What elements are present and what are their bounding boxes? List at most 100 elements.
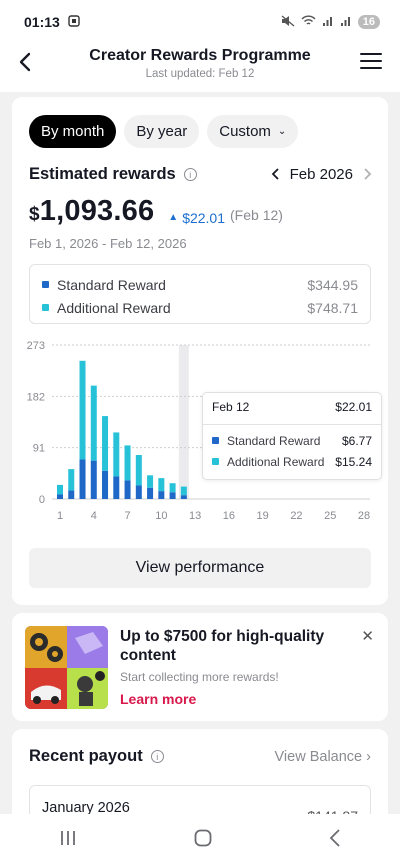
- page-title: Creator Rewards Programme: [89, 47, 311, 64]
- chart-tooltip: Feb 12 $22.01 Standard Reward $6.77 Addi…: [202, 392, 382, 480]
- date-range: Feb 1, 2026 - Feb 12, 2026: [29, 236, 187, 251]
- x-tick-label: 25: [324, 510, 336, 522]
- back-button[interactable]: [14, 50, 38, 74]
- bar-segment: [147, 475, 154, 488]
- bar-segment: [158, 491, 165, 499]
- bar-segment: [90, 385, 97, 461]
- additional-swatch: [42, 304, 49, 311]
- wifi-icon: [301, 15, 316, 30]
- info-icon[interactable]: i: [150, 750, 164, 763]
- back-nav-button[interactable]: [329, 828, 341, 852]
- promo-card[interactable]: Up to $7500 for high-quality content Sta…: [12, 613, 388, 721]
- chevron-right-icon: ›: [366, 748, 371, 765]
- bar-segment: [57, 484, 63, 495]
- triangle-up-icon: ▲: [168, 212, 179, 223]
- y-tick-label: 273: [27, 340, 45, 352]
- bar-segment: [135, 455, 142, 486]
- learn-more-link[interactable]: Learn more: [120, 691, 196, 707]
- back-arrow-icon: [330, 828, 340, 847]
- bar-segment: [68, 469, 75, 491]
- info-icon[interactable]: i: [183, 168, 197, 181]
- bar-segment: [102, 416, 109, 471]
- bar-segment: [180, 486, 187, 496]
- chevron-left-icon: [271, 167, 279, 180]
- status-time: 01:13: [24, 14, 60, 30]
- mute-icon: [281, 15, 295, 30]
- y-tick-label: 182: [27, 391, 45, 403]
- y-tick-label: 0: [39, 494, 45, 506]
- bar-segment: [90, 460, 97, 499]
- rewards-card: By month By year Custom ⌄ Estimated rewar…: [12, 97, 388, 605]
- home-button[interactable]: [194, 829, 212, 852]
- tooltip-total: $22.01: [335, 400, 372, 414]
- bar-segment: [169, 492, 176, 499]
- promo-image: [25, 626, 108, 709]
- chevron-left-icon: [19, 52, 31, 72]
- chevron-right-icon: [364, 167, 372, 180]
- bar-segment: [57, 494, 63, 499]
- bar-segment: [180, 495, 187, 499]
- bar-segment: [124, 480, 131, 499]
- bar-segment: [158, 478, 165, 492]
- bar-segment: [113, 476, 120, 499]
- x-tick-label: 13: [189, 510, 201, 522]
- total-amount: $1,093.66: [29, 195, 155, 227]
- x-tick-label: 19: [257, 510, 269, 522]
- system-nav-bar: [0, 814, 400, 866]
- estimated-rewards-title: Estimated rewards: [29, 165, 176, 183]
- next-month-button[interactable]: [363, 167, 372, 183]
- highlight-band: [178, 345, 189, 499]
- x-tick-label: 16: [223, 510, 235, 522]
- tooltip-date: Feb 12: [212, 400, 250, 414]
- bar-segment: [135, 485, 142, 499]
- current-month: Feb 2026: [289, 166, 353, 183]
- tab-by-year[interactable]: By year: [124, 115, 200, 148]
- x-tick-label: 22: [290, 510, 302, 522]
- bar-segment: [79, 360, 86, 460]
- bar-segment: [113, 432, 120, 477]
- reward-legend: Standard Reward $344.95 Additional Rewar…: [29, 264, 371, 324]
- legend-additional: Additional Reward $748.71: [42, 297, 358, 318]
- app-header: Creator Rewards Programme Last updated: …: [0, 44, 400, 92]
- tab-custom[interactable]: Custom ⌄: [207, 115, 299, 148]
- screenshot-icon: [68, 14, 80, 30]
- home-icon: [194, 829, 212, 846]
- bar-segment: [79, 459, 86, 499]
- status-bar: 01:13 16: [0, 0, 400, 44]
- bar-segment: [169, 483, 176, 493]
- signal-icon: [322, 15, 334, 30]
- tooltip-additional: Additional Reward $15.24: [212, 451, 372, 472]
- recent-apps-icon: [60, 830, 75, 845]
- period-tabs: By month By year Custom ⌄: [29, 115, 299, 148]
- bar-segment: [102, 470, 109, 499]
- recent-payout-title: Recent payout: [29, 747, 143, 765]
- promo-title: Up to $7500 for high-quality content: [120, 628, 325, 664]
- bar-segment: [124, 445, 131, 481]
- last-updated: Last updated: Feb 12: [145, 68, 255, 80]
- bar-segment: [147, 487, 154, 499]
- prev-month-button[interactable]: [271, 167, 280, 183]
- delta-date: (Feb 12): [230, 207, 283, 223]
- x-tick-label: 28: [358, 510, 370, 522]
- view-balance-link[interactable]: View Balance ›: [275, 749, 371, 765]
- legend-standard: Standard Reward $344.95: [42, 274, 358, 295]
- chevron-down-icon: ⌄: [277, 126, 287, 137]
- x-tick-label: 10: [155, 510, 167, 522]
- daily-delta: ▲ $22.01: [168, 209, 226, 226]
- x-tick-label: 7: [124, 510, 130, 522]
- x-tick-label: 1: [57, 510, 63, 522]
- y-tick-label: 91: [33, 443, 45, 455]
- tooltip-standard: Standard Reward $6.77: [212, 430, 372, 451]
- close-icon[interactable]: ✕: [361, 627, 374, 645]
- bar-segment: [68, 490, 75, 499]
- view-performance-button[interactable]: View performance: [29, 548, 371, 588]
- menu-button[interactable]: [360, 52, 382, 70]
- x-tick-label: 4: [91, 510, 97, 522]
- recent-apps-button[interactable]: [59, 830, 77, 851]
- standard-swatch: [42, 281, 49, 288]
- tab-by-month[interactable]: By month: [29, 115, 117, 148]
- battery-indicator: 16: [357, 15, 380, 29]
- hamburger-icon: [360, 53, 382, 69]
- signal-icon-2: [340, 15, 352, 30]
- promo-subtitle: Start collecting more rewards!: [120, 670, 279, 684]
